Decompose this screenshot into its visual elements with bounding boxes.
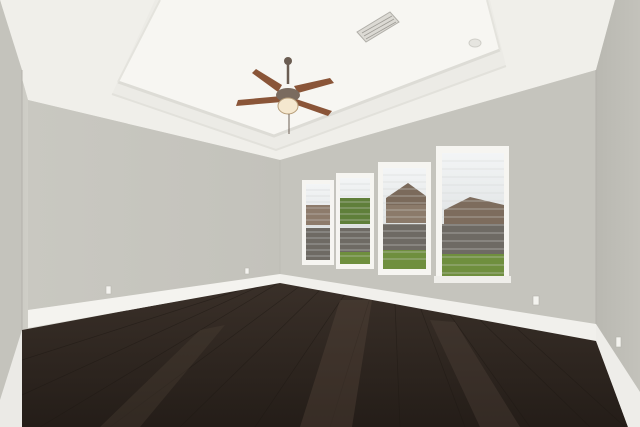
window-1 bbox=[302, 180, 334, 265]
fan-light bbox=[277, 97, 299, 115]
room-illustration bbox=[0, 0, 640, 427]
smoke-detector bbox=[468, 38, 482, 48]
outlet bbox=[532, 295, 540, 306]
window-2 bbox=[336, 173, 374, 269]
outlet bbox=[105, 285, 112, 295]
window-3 bbox=[378, 162, 431, 275]
outlet bbox=[615, 336, 622, 348]
empty-room-photo bbox=[0, 0, 640, 427]
outlet bbox=[244, 267, 250, 275]
window-4 bbox=[434, 146, 511, 283]
